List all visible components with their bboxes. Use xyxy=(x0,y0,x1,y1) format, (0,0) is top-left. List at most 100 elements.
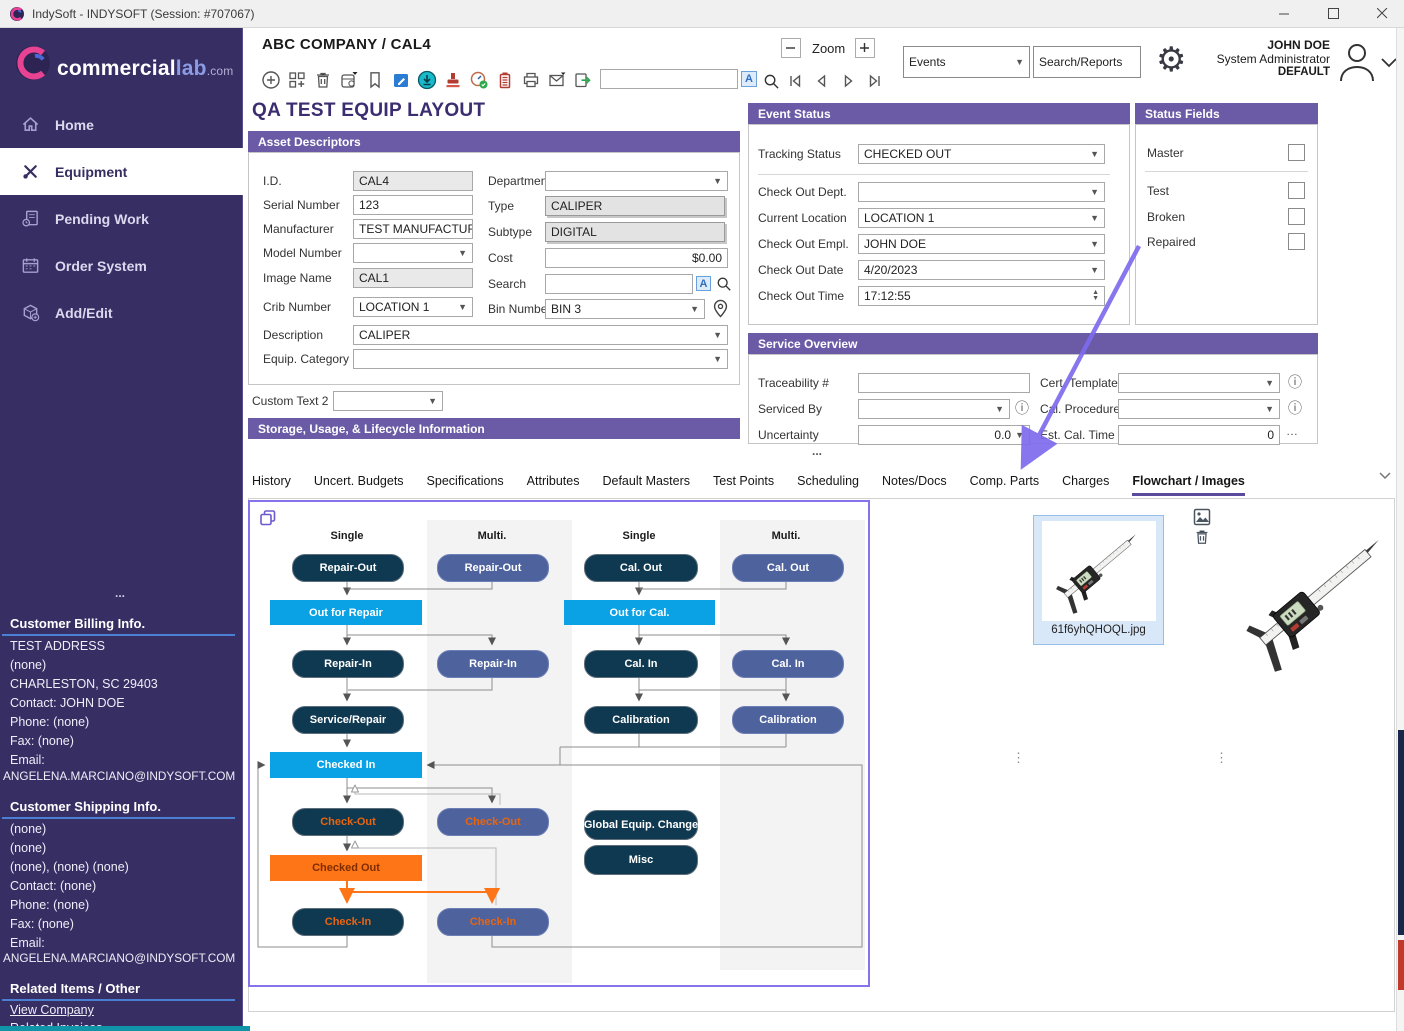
trash-icon[interactable] xyxy=(1191,526,1213,548)
tab-notes-docs[interactable]: Notes/Docs xyxy=(882,474,947,496)
checkout-date-dropdown[interactable]: 4/20/2023▼ xyxy=(858,260,1105,280)
tab-specifications[interactable]: Specifications xyxy=(427,474,504,496)
checkout-dept-dropdown[interactable]: ▼ xyxy=(858,182,1105,202)
node-service-repair[interactable]: Service/Repair xyxy=(292,706,404,734)
email-icon[interactable] xyxy=(546,69,568,91)
node-out-for-repair[interactable]: Out for Repair xyxy=(270,600,422,625)
tab-attributes[interactable]: Attributes xyxy=(527,474,580,496)
bin-dropdown[interactable]: BIN 3▼ xyxy=(545,299,705,319)
edit-icon[interactable] xyxy=(390,69,412,91)
toolbar-search-input[interactable] xyxy=(600,69,738,89)
subtype-field[interactable]: DIGITAL xyxy=(545,222,725,242)
serial-field[interactable]: 123 xyxy=(353,195,473,215)
checkout-empl-dropdown[interactable]: JOHN DOE▼ xyxy=(858,234,1105,254)
custom-text2-dropdown[interactable]: ▼ xyxy=(333,391,443,411)
auto-search-toggle[interactable]: A xyxy=(741,71,757,87)
node-calibration-single[interactable]: Calibration xyxy=(584,706,698,734)
sidebar-ellipsis[interactable]: ... xyxy=(115,586,125,600)
add-icon[interactable] xyxy=(260,69,282,91)
bookmark-icon[interactable] xyxy=(364,69,386,91)
layout-add-icon[interactable] xyxy=(286,69,308,91)
est-cal-time-more-button[interactable]: … xyxy=(1286,424,1298,438)
asset-search-icon[interactable] xyxy=(713,273,735,295)
zoom-in-button[interactable] xyxy=(855,38,875,58)
type-field[interactable]: CALIPER xyxy=(545,196,725,216)
model-dropdown[interactable]: ▼ xyxy=(353,243,473,263)
uncertainty-dropdown[interactable]: 0.0▼ xyxy=(858,425,1030,445)
sidebar-item-home[interactable]: Home xyxy=(0,101,243,148)
broken-checkbox[interactable] xyxy=(1288,208,1305,225)
search-reports-button[interactable]: Search/Reports xyxy=(1033,46,1141,78)
close-button[interactable] xyxy=(1362,0,1402,27)
minimize-button[interactable] xyxy=(1264,0,1304,27)
sidebar-item-order-system[interactable]: Order System xyxy=(0,242,243,289)
node-cal-in-single[interactable]: Cal. In xyxy=(584,650,698,678)
tab-overflow-caret-icon[interactable] xyxy=(1374,465,1396,487)
serviced-by-info-icon[interactable]: ⓘ xyxy=(1015,398,1029,418)
category-dropdown[interactable]: ▼ xyxy=(353,349,728,369)
sidebar-item-add-edit[interactable]: Add/Edit xyxy=(0,289,243,336)
description-dropdown[interactable]: CALIPER▼ xyxy=(353,325,728,345)
avatar[interactable] xyxy=(1336,40,1378,82)
cost-field[interactable]: $0.00 xyxy=(545,248,728,268)
view-company-link[interactable]: View Company xyxy=(10,1003,94,1017)
node-global-equip-change[interactable]: Global Equip. Change xyxy=(584,810,698,840)
search-icon[interactable] xyxy=(760,70,782,92)
delete-icon[interactable] xyxy=(312,69,334,91)
stamp-icon[interactable] xyxy=(442,69,464,91)
previous-record-icon[interactable] xyxy=(810,70,832,92)
node-misc[interactable]: Misc xyxy=(584,845,698,875)
node-checked-in[interactable]: Checked In xyxy=(270,752,422,778)
manufacturer-dropdown[interactable]: TEST MANUFACTUR▼ xyxy=(353,219,473,239)
spinner-arrows-icon[interactable]: ▲▼ xyxy=(1092,290,1099,303)
tracking-status-dropdown[interactable]: CHECKED OUT▼ xyxy=(858,144,1105,164)
image-thumbnail-card[interactable]: 61f6yhQHOQL.jpg xyxy=(1033,515,1164,645)
tab-flowchart-images[interactable]: Flowchart / Images xyxy=(1132,474,1245,496)
location-pin-icon[interactable] xyxy=(709,297,731,319)
audit-icon[interactable] xyxy=(468,69,490,91)
export-icon[interactable] xyxy=(572,69,594,91)
node-calibration-multi[interactable]: Calibration xyxy=(732,706,844,734)
splitter-handle[interactable]: ⋮ xyxy=(1012,750,1025,766)
node-repair-out-single[interactable]: Repair-Out xyxy=(292,554,404,582)
serviced-by-dropdown[interactable]: ▼ xyxy=(858,399,1010,419)
current-location-dropdown[interactable]: LOCATION 1▼ xyxy=(858,208,1105,228)
cal-procedure-info-icon[interactable]: ⓘ xyxy=(1288,398,1302,418)
crib-dropdown[interactable]: LOCATION 1▼ xyxy=(353,297,473,317)
maximize-button[interactable] xyxy=(1313,0,1353,27)
tab-uncert-budgets[interactable]: Uncert. Budgets xyxy=(314,474,404,496)
node-cal-out-single[interactable]: Cal. Out xyxy=(584,554,698,582)
tab-charges[interactable]: Charges xyxy=(1062,474,1109,496)
repaired-checkbox[interactable] xyxy=(1288,233,1305,250)
sidebar-item-equipment[interactable]: Equipment xyxy=(0,148,243,195)
battery-icon[interactable] xyxy=(494,69,516,91)
node-repair-in-multi[interactable]: Repair-In xyxy=(437,650,549,678)
cal-procedure-dropdown[interactable]: ▼ xyxy=(1118,399,1280,419)
est-cal-time-field[interactable]: 0 xyxy=(1118,425,1280,445)
tab-comp-parts[interactable]: Comp. Parts xyxy=(970,474,1039,496)
master-checkbox[interactable] xyxy=(1288,144,1305,161)
asset-search-field[interactable] xyxy=(545,274,693,294)
node-check-out-multi[interactable]: Check-Out xyxy=(437,808,549,836)
next-record-icon[interactable] xyxy=(838,70,860,92)
test-checkbox[interactable] xyxy=(1288,182,1305,199)
scrollbar[interactable] xyxy=(1396,28,1404,1031)
check-in-out-icon[interactable] xyxy=(416,69,438,91)
image-name-field[interactable]: CAL1 xyxy=(353,268,473,288)
service-ellipsis[interactable]: ... xyxy=(812,444,822,458)
sidebar-item-pending-work[interactable]: Pending Work xyxy=(0,195,243,242)
gear-icon[interactable]: ⚙ xyxy=(1156,40,1186,80)
node-out-for-cal[interactable]: Out for Cal. xyxy=(564,600,715,625)
node-repair-out-multi[interactable]: Repair-Out xyxy=(437,554,549,582)
node-check-in-single[interactable]: Check-In xyxy=(292,908,404,936)
copy-flowchart-icon[interactable] xyxy=(257,507,279,529)
splitter-handle[interactable]: ⋮ xyxy=(1215,750,1228,766)
cert-template-info-icon[interactable]: ⓘ xyxy=(1288,372,1302,392)
print-icon[interactable] xyxy=(520,69,542,91)
node-check-out-single[interactable]: Check-Out xyxy=(292,808,404,836)
flowchart-canvas[interactable]: Single Multi. Single Multi. Repair-Out R… xyxy=(248,500,870,987)
tab-test-points[interactable]: Test Points xyxy=(713,474,774,496)
checkout-time-spinner[interactable]: 17:12:55▲▼ xyxy=(858,286,1105,306)
zoom-out-button[interactable] xyxy=(781,38,801,58)
traceability-field[interactable] xyxy=(858,373,1030,393)
